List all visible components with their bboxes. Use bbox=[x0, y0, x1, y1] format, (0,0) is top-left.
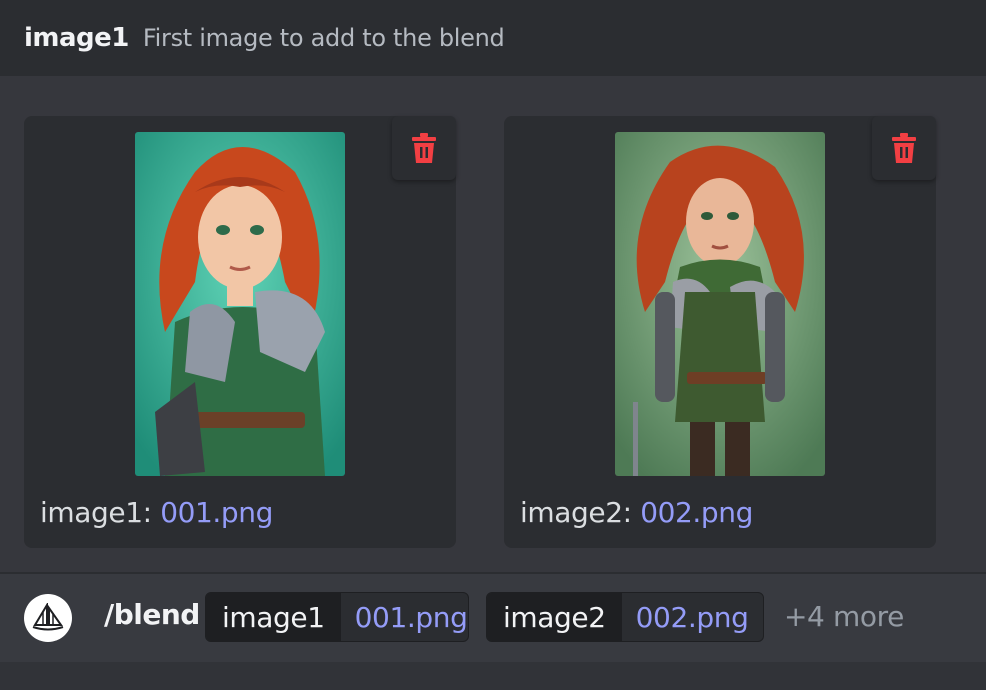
delete-image2-button[interactable] bbox=[872, 116, 936, 180]
attachment-card-image1: image1: 001.png bbox=[24, 116, 456, 548]
param-key: image1 bbox=[206, 593, 341, 641]
more-options-button[interactable]: +4 more bbox=[784, 600, 904, 633]
image1-preview[interactable] bbox=[135, 132, 345, 476]
image2-label: image2: bbox=[520, 496, 632, 529]
delete-image1-button[interactable] bbox=[392, 116, 456, 180]
trash-icon bbox=[892, 133, 916, 163]
trash-icon bbox=[412, 133, 436, 163]
param-value: 001.png bbox=[354, 600, 468, 634]
image1-filename-link[interactable]: 001.png bbox=[160, 496, 273, 529]
command-name: /blend bbox=[104, 598, 200, 631]
image2-caption: image2: 002.png bbox=[520, 496, 753, 529]
option-header: image1 First image to add to the blend bbox=[0, 0, 986, 76]
param-value: 002.png bbox=[635, 600, 749, 634]
command-input-bar[interactable]: /blend image1 001.png image2 002.png +4 … bbox=[0, 574, 986, 662]
chat-background bbox=[0, 662, 986, 690]
image1-caption: image1: 001.png bbox=[40, 496, 273, 529]
param-key: image2 bbox=[487, 593, 622, 641]
param-pill-image2[interactable]: image2 002.png bbox=[486, 592, 764, 642]
image2-filename-link[interactable]: 002.png bbox=[640, 496, 753, 529]
param-pill-image1[interactable]: image1 001.png bbox=[205, 592, 469, 642]
image2-preview[interactable] bbox=[615, 132, 825, 476]
midjourney-boat-icon bbox=[24, 594, 72, 642]
option-name: image1 bbox=[24, 23, 129, 53]
image1-label: image1: bbox=[40, 496, 152, 529]
attachment-card-image2: image2: 002.png bbox=[504, 116, 936, 548]
option-description: First image to add to the blend bbox=[142, 24, 505, 52]
